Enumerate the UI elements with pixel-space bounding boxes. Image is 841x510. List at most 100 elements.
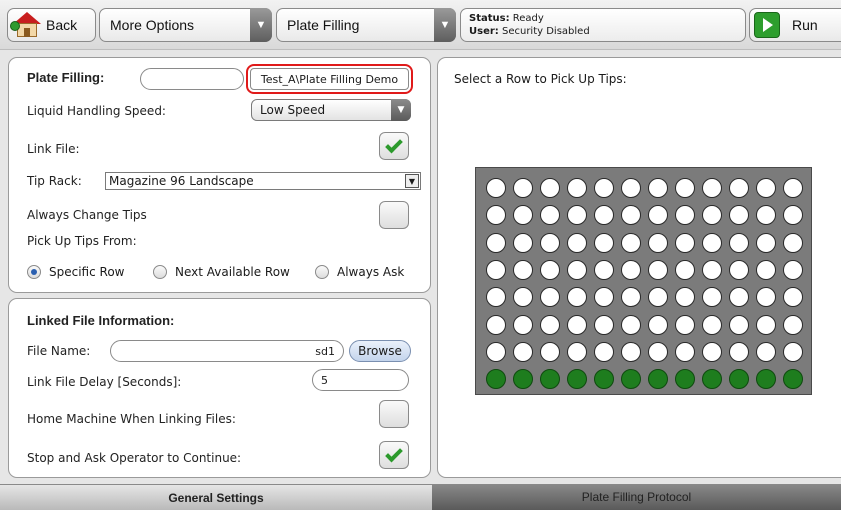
well-r8-c3[interactable]: [540, 369, 560, 390]
well-r7-c6[interactable]: [621, 341, 641, 362]
well-r2-c3[interactable]: [540, 205, 560, 226]
well-r4-c2[interactable]: [513, 259, 533, 280]
well-r5-c4[interactable]: [567, 287, 587, 308]
well-r7-c3[interactable]: [540, 341, 560, 362]
well-r4-c9[interactable]: [702, 259, 722, 280]
well-r5-c6[interactable]: [621, 287, 641, 308]
well-r8-c10[interactable]: [729, 369, 749, 390]
well-r5-c8[interactable]: [675, 287, 695, 308]
plate-filling-prefix-field[interactable]: [140, 68, 244, 90]
speed-select[interactable]: Low Speed ▼: [251, 99, 411, 121]
well-r1-c9[interactable]: [702, 178, 722, 198]
well-r2-c2[interactable]: [513, 205, 533, 226]
well-r3-c8[interactable]: [675, 232, 695, 253]
radio-next-available-row[interactable]: Next Available Row: [153, 265, 290, 279]
well-r5-c7[interactable]: [648, 287, 668, 308]
well-r1-c1[interactable]: [486, 178, 506, 198]
well-r8-c12[interactable]: [783, 369, 803, 390]
well-r1-c6[interactable]: [621, 178, 641, 198]
well-r4-c10[interactable]: [729, 259, 749, 280]
well-r4-c8[interactable]: [675, 259, 695, 280]
well-r6-c8[interactable]: [675, 314, 695, 335]
well-r6-c2[interactable]: [513, 314, 533, 335]
well-r8-c4[interactable]: [567, 369, 587, 390]
well-r7-c2[interactable]: [513, 341, 533, 362]
well-r6-c7[interactable]: [648, 314, 668, 335]
well-r1-c8[interactable]: [675, 178, 695, 198]
well-r7-c5[interactable]: [594, 341, 614, 362]
well-r1-c4[interactable]: [567, 178, 587, 198]
well-r7-c4[interactable]: [567, 341, 587, 362]
well-r3-c11[interactable]: [756, 232, 776, 253]
well-r2-c5[interactable]: [594, 205, 614, 226]
well-r1-c11[interactable]: [756, 178, 776, 198]
well-r2-c1[interactable]: [486, 205, 506, 226]
back-button[interactable]: Back: [7, 8, 96, 42]
well-r7-c10[interactable]: [729, 341, 749, 362]
well-r2-c7[interactable]: [648, 205, 668, 226]
well-r7-c7[interactable]: [648, 341, 668, 362]
radio-always-ask[interactable]: Always Ask: [315, 265, 404, 279]
well-r8-c5[interactable]: [594, 369, 614, 390]
well-r2-c9[interactable]: [702, 205, 722, 226]
tip-plate-grid[interactable]: [475, 167, 812, 395]
well-r3-c7[interactable]: [648, 232, 668, 253]
well-r8-c8[interactable]: [675, 369, 695, 390]
always-change-checkbox[interactable]: [379, 201, 409, 229]
stop-ask-checkbox[interactable]: [379, 441, 409, 469]
well-r1-c2[interactable]: [513, 178, 533, 198]
tip-rack-select[interactable]: Magazine 96 Landscape ▼: [105, 172, 421, 190]
well-r2-c11[interactable]: [756, 205, 776, 226]
radio-specific-row[interactable]: Specific Row: [27, 265, 124, 279]
well-r5-c9[interactable]: [702, 287, 722, 308]
link-file-checkbox[interactable]: [379, 132, 409, 160]
well-r5-c11[interactable]: [756, 287, 776, 308]
well-r4-c4[interactable]: [567, 259, 587, 280]
well-r3-c12[interactable]: [783, 232, 803, 253]
well-r4-c1[interactable]: [486, 259, 506, 280]
tab-plate-filling-protocol[interactable]: Plate Filling Protocol: [432, 484, 841, 510]
well-r1-c3[interactable]: [540, 178, 560, 198]
well-r5-c12[interactable]: [783, 287, 803, 308]
more-options-dropdown[interactable]: More Options ▼: [99, 8, 272, 42]
well-r4-c5[interactable]: [594, 259, 614, 280]
well-r2-c12[interactable]: [783, 205, 803, 226]
well-r6-c11[interactable]: [756, 314, 776, 335]
well-r3-c4[interactable]: [567, 232, 587, 253]
well-r2-c8[interactable]: [675, 205, 695, 226]
well-r8-c11[interactable]: [756, 369, 776, 390]
well-r3-c2[interactable]: [513, 232, 533, 253]
well-r2-c10[interactable]: [729, 205, 749, 226]
well-r8-c9[interactable]: [702, 369, 722, 390]
well-r8-c7[interactable]: [648, 369, 668, 390]
browse-button[interactable]: Browse: [349, 340, 411, 362]
well-r3-c3[interactable]: [540, 232, 560, 253]
well-r3-c9[interactable]: [702, 232, 722, 253]
well-r3-c10[interactable]: [729, 232, 749, 253]
file-name-field[interactable]: sd1: [110, 340, 344, 362]
well-r6-c5[interactable]: [594, 314, 614, 335]
well-r7-c11[interactable]: [756, 341, 776, 362]
well-r1-c12[interactable]: [783, 178, 803, 198]
tab-general-settings[interactable]: General Settings: [0, 484, 432, 510]
well-r6-c10[interactable]: [729, 314, 749, 335]
well-r6-c9[interactable]: [702, 314, 722, 335]
well-r7-c12[interactable]: [783, 341, 803, 362]
well-r4-c3[interactable]: [540, 259, 560, 280]
well-r6-c4[interactable]: [567, 314, 587, 335]
well-r4-c12[interactable]: [783, 259, 803, 280]
well-r8-c6[interactable]: [621, 369, 641, 390]
well-r6-c1[interactable]: [486, 314, 506, 335]
well-r2-c4[interactable]: [567, 205, 587, 226]
well-r8-c1[interactable]: [486, 369, 506, 390]
well-r2-c6[interactable]: [621, 205, 641, 226]
well-r5-c10[interactable]: [729, 287, 749, 308]
plate-filling-field[interactable]: Test_A\Plate Filling Demo: [246, 64, 413, 94]
well-r4-c11[interactable]: [756, 259, 776, 280]
well-r7-c1[interactable]: [486, 341, 506, 362]
well-r4-c6[interactable]: [621, 259, 641, 280]
well-r7-c9[interactable]: [702, 341, 722, 362]
well-r1-c5[interactable]: [594, 178, 614, 198]
well-r6-c6[interactable]: [621, 314, 641, 335]
well-r5-c3[interactable]: [540, 287, 560, 308]
